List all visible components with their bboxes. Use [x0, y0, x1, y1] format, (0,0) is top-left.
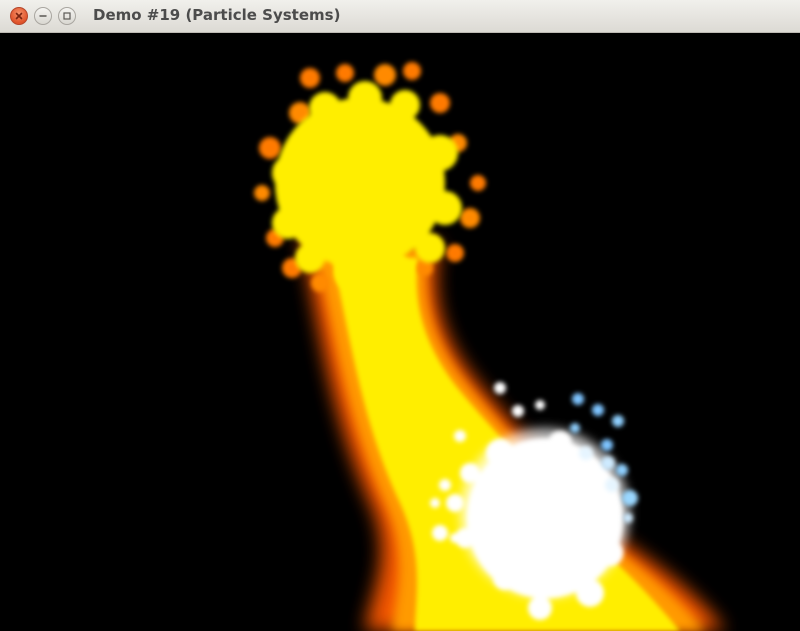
close-icon [15, 12, 23, 20]
maximize-icon [63, 12, 71, 20]
title-bar[interactable]: Demo #19 (Particle Systems) [0, 0, 800, 33]
close-button[interactable] [10, 7, 28, 25]
particle-scene [254, 62, 725, 631]
minimize-button[interactable] [34, 7, 52, 25]
app-window: Demo #19 (Particle Systems) [0, 0, 800, 631]
window-title: Demo #19 (Particle Systems) [93, 6, 341, 24]
minimize-icon [39, 15, 47, 17]
particle-viewport[interactable] [0, 33, 800, 631]
maximize-button[interactable] [58, 7, 76, 25]
